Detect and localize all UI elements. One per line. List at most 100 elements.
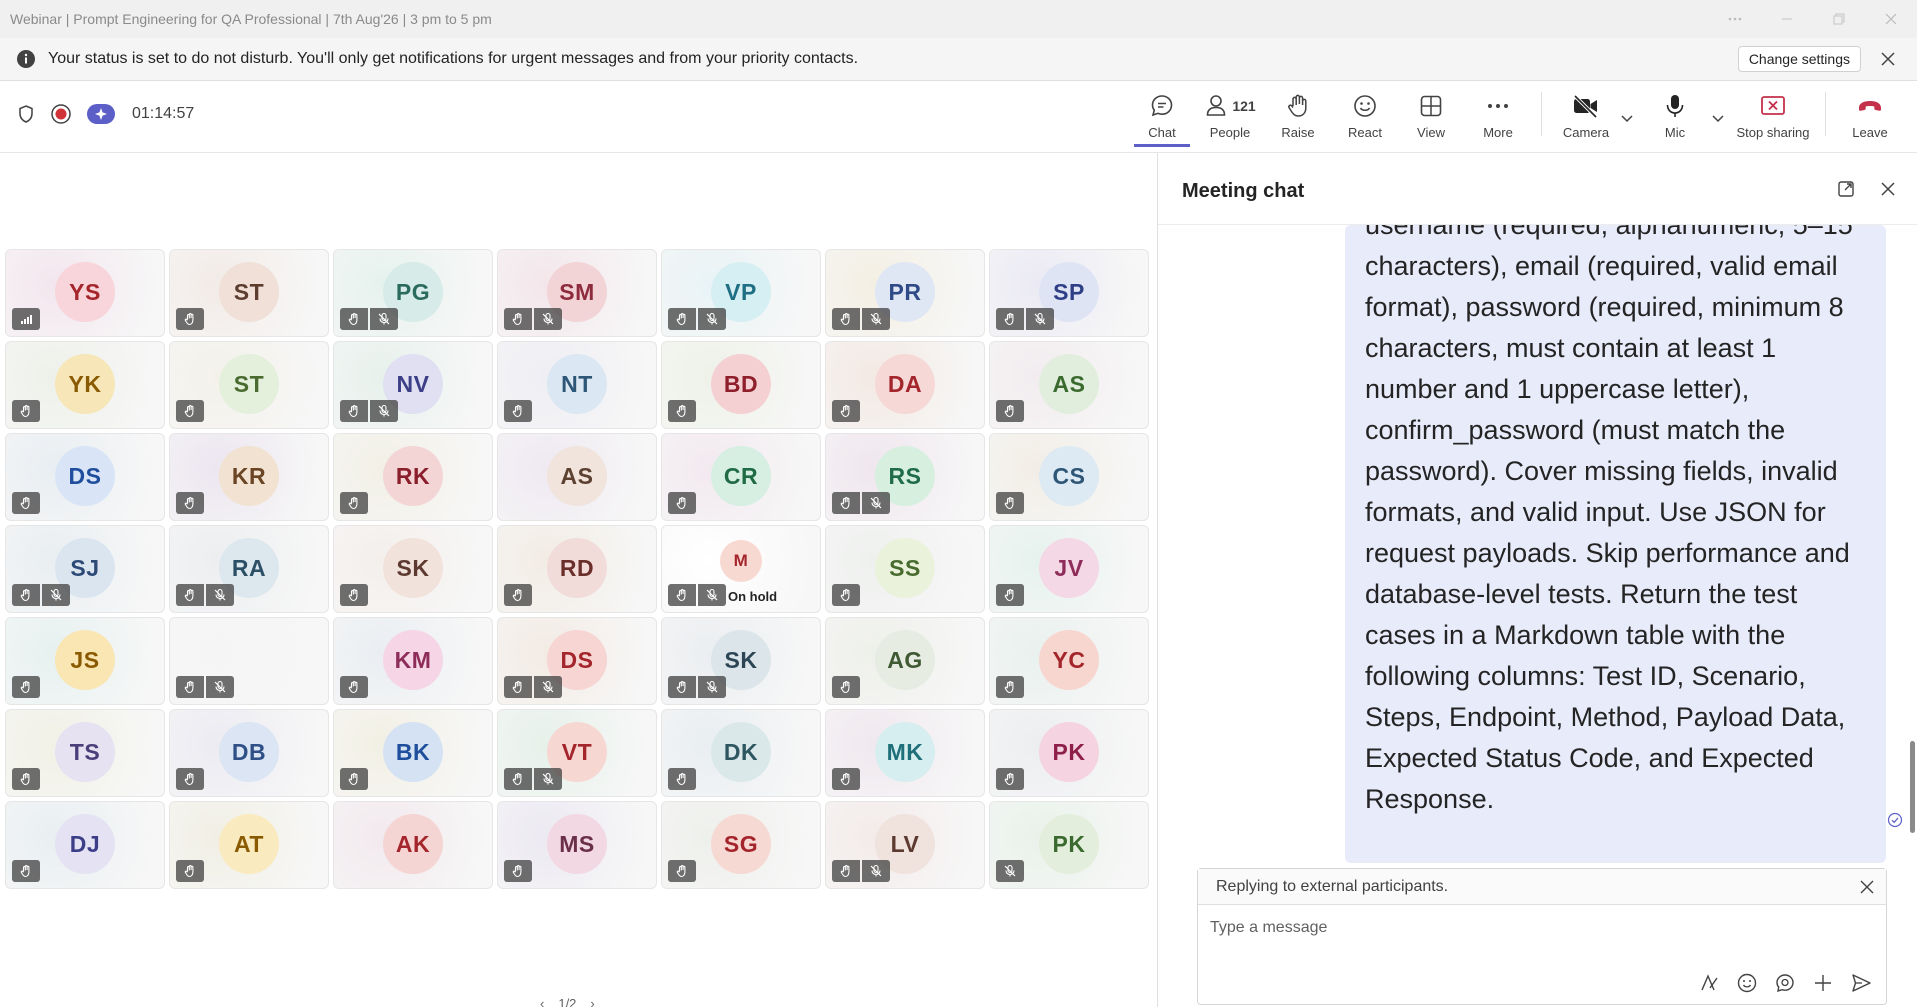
raised-hand-icon [1004,681,1014,694]
participant-tile[interactable]: AS [989,341,1149,429]
send-icon[interactable] [1850,972,1872,994]
close-window-button[interactable] [1865,0,1917,38]
participant-status-indicators [832,308,890,330]
participant-tile[interactable]: DS [5,433,165,521]
react-button[interactable]: React [1337,91,1393,147]
prev-page-icon[interactable]: ‹ [540,996,544,1007]
meeting-timer: 01:14:57 [132,105,195,122]
hand-indicator [996,768,1024,790]
participant-status-indicators [176,676,234,698]
participant-tile[interactable]: DJ [5,801,165,889]
pop-out-icon[interactable] [1836,179,1856,199]
participant-tile[interactable]: AS [497,433,657,521]
dismiss-notice-icon[interactable] [1858,878,1876,896]
view-button[interactable]: View [1403,91,1459,147]
participant-tile[interactable]: AT [169,801,329,889]
participant-tile[interactable]: SK [333,525,493,613]
more-button[interactable]: More [1470,91,1526,147]
mic-button[interactable]: Mic [1647,91,1703,147]
format-icon[interactable] [1698,972,1720,994]
raised-hand-icon [676,497,686,510]
close-chat-icon[interactable] [1878,179,1898,199]
participant-tile[interactable]: MS [497,801,657,889]
participant-tile[interactable]: BD [661,341,821,429]
participant-avatar: CR [711,446,771,506]
camera-button[interactable]: Camera [1558,91,1614,147]
mic-off-indicator [862,492,890,514]
participant-tile[interactable]: DK [661,709,821,797]
message-input[interactable] [1210,915,1870,941]
participant-tile[interactable]: DS [497,617,657,705]
participant-tile[interactable]: YS [5,249,165,337]
participant-tile[interactable]: RA [169,525,329,613]
stop-sharing-button[interactable]: Stop sharing [1733,91,1813,147]
participant-tile[interactable]: RS [825,433,985,521]
participant-tile[interactable] [169,617,329,705]
recording-icon[interactable] [50,103,72,125]
participant-tile[interactable]: PK [989,709,1149,797]
chat-scrollbar[interactable] [1910,741,1915,833]
shield-icon[interactable] [16,104,36,124]
hand-indicator [340,676,368,698]
participant-tile[interactable]: M On hold [661,525,821,613]
participant-tile[interactable]: MK [825,709,985,797]
participant-tile[interactable]: SJ [5,525,165,613]
participant-tile[interactable]: KM [333,617,493,705]
participant-tile[interactable]: LV [825,801,985,889]
camera-options-chevron-icon[interactable] [1620,111,1634,125]
next-page-icon[interactable]: › [590,996,594,1007]
mic-off-icon [870,312,882,325]
participant-tile[interactable]: RK [333,433,493,521]
raised-hand-icon [348,773,358,786]
participant-tile[interactable]: JV [989,525,1149,613]
participant-tile[interactable]: TS [5,709,165,797]
participant-tile[interactable]: CR [661,433,821,521]
close-notification-icon[interactable] [1879,50,1897,68]
raised-hand-icon [676,313,686,326]
restore-button[interactable] [1813,0,1865,38]
mic-off-icon [706,588,718,601]
participant-tile[interactable]: YK [5,341,165,429]
participant-tile[interactable]: SM [497,249,657,337]
participant-tile[interactable]: RD [497,525,657,613]
raised-hand-icon [184,405,194,418]
participant-tile[interactable]: KR [169,433,329,521]
participant-tile[interactable]: VP [661,249,821,337]
attach-plus-icon[interactable] [1812,972,1834,994]
participant-tile[interactable]: ST [169,341,329,429]
participant-tile[interactable]: SS [825,525,985,613]
leave-button[interactable]: Leave [1842,91,1898,147]
minimize-button[interactable] [1761,0,1813,38]
emoji-picker-icon[interactable] [1736,972,1758,994]
participant-tile[interactable]: BK [333,709,493,797]
people-button[interactable]: 121 People [1200,91,1260,147]
participant-tile[interactable]: PK [989,801,1149,889]
participant-tile[interactable]: SP [989,249,1149,337]
chat-button[interactable]: Chat [1134,91,1190,147]
chat-message-bubble[interactable]: username (required, alphanumeric, 5–15 c… [1345,225,1886,863]
participant-tile[interactable]: SG [661,801,821,889]
page-indicator[interactable]: ‹ 1/2 › [540,996,595,1007]
more-options-icon[interactable] [1709,0,1761,38]
participant-tile[interactable]: NV [333,341,493,429]
participant-tile[interactable]: NT [497,341,657,429]
participant-tile[interactable]: SK [661,617,821,705]
participant-tile[interactable]: VT [497,709,657,797]
participant-tile[interactable]: AG [825,617,985,705]
change-settings-button[interactable]: Change settings [1737,46,1861,72]
participant-tile[interactable]: AK [333,801,493,889]
participant-tile[interactable]: DA [825,341,985,429]
participant-tile[interactable]: PR [825,249,985,337]
copilot-icon[interactable] [86,103,116,125]
participant-tile[interactable]: DB [169,709,329,797]
loop-component-icon[interactable] [1774,972,1796,994]
mic-options-chevron-icon[interactable] [1711,111,1725,125]
participant-tile[interactable]: CS [989,433,1149,521]
participant-tile[interactable]: PG [333,249,493,337]
participant-avatar: DS [55,446,115,506]
raise-hand-button[interactable]: Raise [1270,91,1326,147]
participant-tile[interactable]: YC [989,617,1149,705]
participant-tile[interactable]: JS [5,617,165,705]
participant-status-indicators [832,768,860,790]
participant-tile[interactable]: ST [169,249,329,337]
